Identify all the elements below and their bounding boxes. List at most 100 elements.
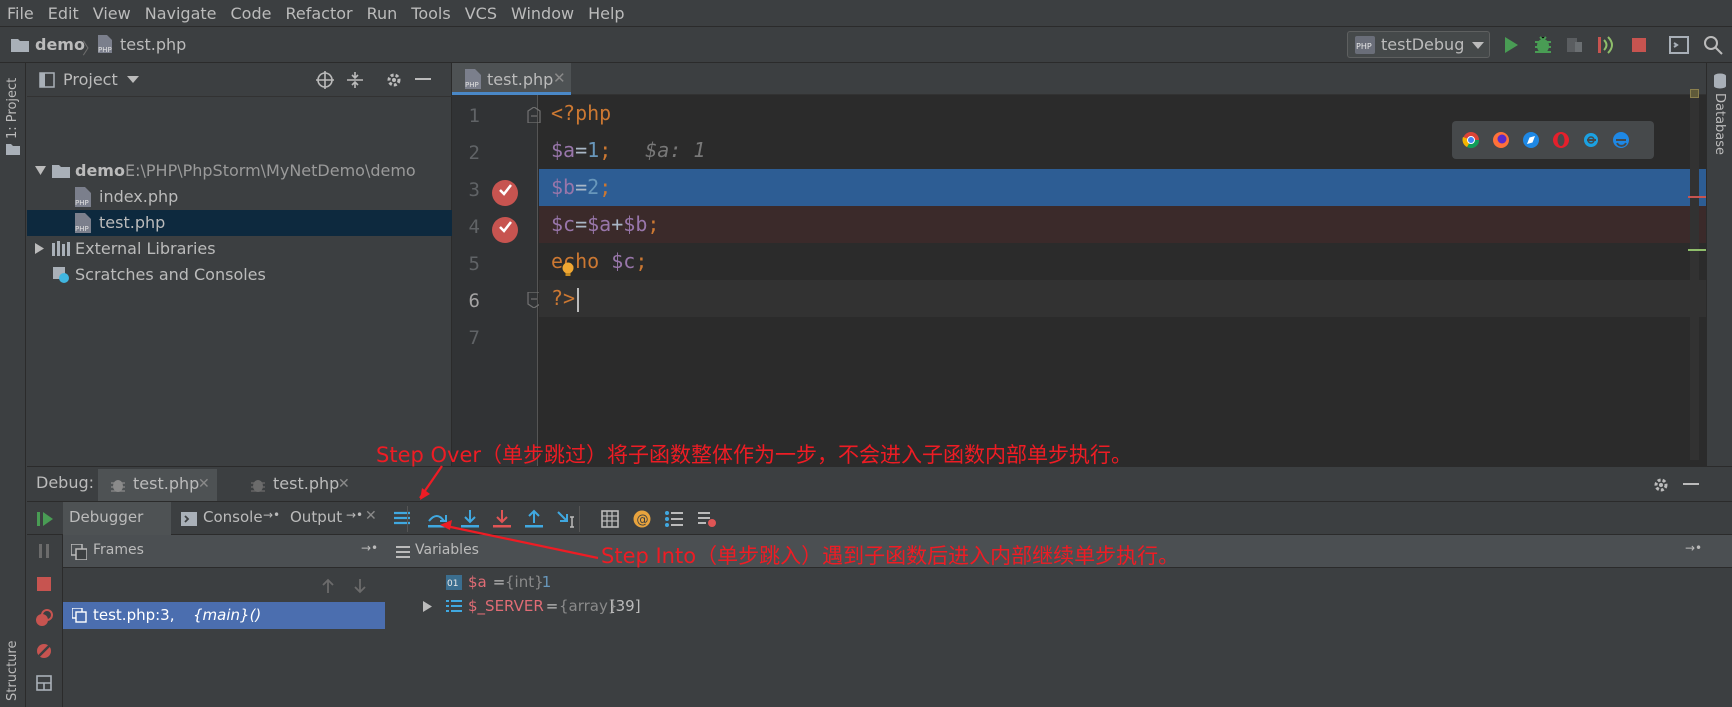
frame-item[interactable]: test.php:3, {main}() bbox=[63, 602, 385, 629]
internet-explorer-icon[interactable] bbox=[1582, 131, 1600, 149]
menu-tools[interactable]: Tools bbox=[404, 0, 457, 27]
stop-icon[interactable] bbox=[1628, 34, 1650, 56]
collapse-all-icon[interactable] bbox=[346, 71, 364, 89]
opera-icon[interactable] bbox=[1552, 131, 1570, 149]
pin-icon[interactable]: →• bbox=[346, 508, 363, 522]
step-into-icon[interactable] bbox=[460, 509, 480, 529]
editor-scrollbar[interactable] bbox=[1690, 89, 1699, 460]
listen-debug-icon[interactable] bbox=[1595, 34, 1617, 56]
pause-icon[interactable] bbox=[36, 543, 52, 559]
php-file-icon: PHP bbox=[75, 213, 91, 233]
close-icon[interactable]: ✕ bbox=[198, 476, 210, 492]
code-line-5[interactable]: echo $c; bbox=[539, 243, 1706, 280]
firefox-icon[interactable] bbox=[1492, 131, 1510, 149]
code-token: = bbox=[575, 175, 588, 199]
database-tool-button[interactable]: Database bbox=[1712, 93, 1727, 155]
arrow-up-icon[interactable] bbox=[320, 578, 336, 594]
tree-item-scratches[interactable]: Scratches and Consoles bbox=[27, 262, 452, 288]
gear-icon[interactable] bbox=[385, 71, 403, 89]
error-stripe-marker[interactable] bbox=[1688, 196, 1706, 198]
breakpoint-icon[interactable] bbox=[491, 179, 519, 207]
code-token: ; bbox=[647, 212, 660, 236]
tree-root-demo[interactable]: demo E:\PHP\PhpStorm\MyNetDemo\demo bbox=[27, 158, 452, 184]
evaluate-expression-icon[interactable] bbox=[601, 510, 619, 528]
resume-icon[interactable] bbox=[36, 510, 54, 528]
menu-edit[interactable]: Edit bbox=[41, 0, 86, 27]
stripe-marker[interactable] bbox=[1688, 249, 1706, 251]
tree-item-label: index.php bbox=[99, 187, 179, 206]
project-view-title[interactable]: Project bbox=[63, 70, 118, 89]
structure-tool-button[interactable]: Structure bbox=[5, 641, 20, 701]
frames-icon bbox=[71, 544, 87, 560]
close-icon[interactable]: ✕ bbox=[553, 69, 566, 87]
view-breakpoints-icon[interactable] bbox=[35, 609, 53, 627]
chevron-down-icon[interactable] bbox=[127, 76, 139, 83]
chrome-icon[interactable] bbox=[1462, 131, 1480, 149]
close-icon[interactable]: ✕ bbox=[365, 508, 377, 524]
project-tool-button[interactable]: 1: Project bbox=[5, 75, 20, 139]
tab-output[interactable]: Output bbox=[290, 508, 342, 526]
step-out-icon[interactable] bbox=[524, 509, 544, 529]
line-number: 3 bbox=[468, 179, 480, 201]
mute-breakpoints-icon[interactable] bbox=[35, 642, 53, 660]
coverage-icon[interactable] bbox=[1563, 34, 1585, 56]
intention-bulb-icon[interactable] bbox=[561, 262, 575, 278]
layout-icon[interactable] bbox=[36, 675, 52, 691]
safari-icon[interactable] bbox=[1522, 131, 1540, 149]
breadcrumb-file[interactable]: test.php bbox=[120, 35, 186, 54]
editor-tab-test-php[interactable]: PHP test.php ✕ bbox=[452, 63, 571, 95]
expand-arrow-icon[interactable] bbox=[35, 166, 46, 175]
minimize-icon[interactable] bbox=[1683, 483, 1699, 486]
minimize-icon[interactable] bbox=[415, 78, 431, 81]
stop-icon[interactable] bbox=[36, 576, 52, 592]
menu-run[interactable]: Run bbox=[360, 0, 405, 27]
locate-icon[interactable] bbox=[316, 71, 334, 89]
code-line-3-current[interactable]: $b=2; bbox=[539, 169, 1706, 206]
mute-breakpoints-icon[interactable] bbox=[697, 510, 717, 528]
chevron-down-icon bbox=[1472, 42, 1484, 49]
arrow-down-icon[interactable] bbox=[352, 578, 368, 594]
code-line-6[interactable]: ?> bbox=[539, 280, 1706, 317]
step-over-icon[interactable] bbox=[427, 509, 447, 529]
tree-item-external-libraries[interactable]: External Libraries bbox=[27, 236, 452, 262]
menu-file[interactable]: File bbox=[0, 0, 41, 27]
debug-tab-1[interactable]: test.php ✕ bbox=[98, 469, 217, 501]
breakpoint-icon[interactable] bbox=[491, 216, 519, 244]
variable-row[interactable]: 01 $a = {int} 1 bbox=[385, 571, 985, 595]
force-step-into-icon[interactable] bbox=[492, 509, 512, 529]
menu-view[interactable]: View bbox=[86, 0, 138, 27]
debug-icon[interactable] bbox=[1532, 34, 1554, 56]
menu-help[interactable]: Help bbox=[581, 0, 631, 27]
gear-icon[interactable] bbox=[1652, 476, 1670, 494]
pin-icon[interactable]: →• bbox=[361, 541, 378, 555]
step-over-annotation: Step Over（单步跳过）将子函数整体作为一步，不会进入子函数内部单步执行。 bbox=[376, 443, 1132, 467]
expand-arrow-icon[interactable] bbox=[423, 601, 432, 612]
close-icon[interactable]: ✕ bbox=[338, 476, 350, 492]
tree-item-test-php[interactable]: PHP test.php bbox=[27, 210, 452, 236]
terminal-icon[interactable] bbox=[1668, 34, 1690, 56]
tab-debugger[interactable]: Debugger bbox=[63, 502, 171, 535]
menu-refactor[interactable]: Refactor bbox=[278, 0, 359, 27]
variable-row[interactable]: $_SERVER = {array} [39] bbox=[385, 595, 985, 619]
tab-console[interactable]: Console bbox=[203, 508, 263, 526]
run-configuration-select[interactable]: PHP testDebug bbox=[1347, 31, 1490, 58]
view-breakpoints-icon[interactable] bbox=[665, 510, 683, 528]
run-to-cursor-icon[interactable] bbox=[556, 509, 578, 529]
menu-code[interactable]: Code bbox=[224, 0, 279, 27]
watch-icon[interactable]: @ bbox=[633, 510, 651, 528]
pin-icon[interactable]: →• bbox=[1685, 541, 1702, 555]
inspection-status-icon[interactable] bbox=[1690, 89, 1699, 98]
run-icon[interactable] bbox=[1500, 34, 1522, 56]
search-icon[interactable] bbox=[1702, 34, 1724, 56]
navigation-bar: demo 〉 PHP test.php PHP testDebug bbox=[0, 27, 1732, 63]
breadcrumb-project[interactable]: demo bbox=[35, 35, 85, 54]
pin-icon[interactable]: →• bbox=[263, 508, 280, 522]
tree-item-index-php[interactable]: PHP index.php bbox=[27, 184, 452, 210]
expand-arrow-icon[interactable] bbox=[35, 243, 44, 254]
menu-vcs[interactable]: VCS bbox=[458, 0, 504, 27]
debug-tab-2[interactable]: test.php ✕ bbox=[238, 469, 356, 501]
edge-icon[interactable] bbox=[1612, 131, 1630, 149]
menu-navigate[interactable]: Navigate bbox=[138, 0, 224, 27]
menu-window[interactable]: Window bbox=[504, 0, 581, 27]
code-line-4[interactable]: $c=$a+$b; bbox=[539, 206, 1706, 243]
